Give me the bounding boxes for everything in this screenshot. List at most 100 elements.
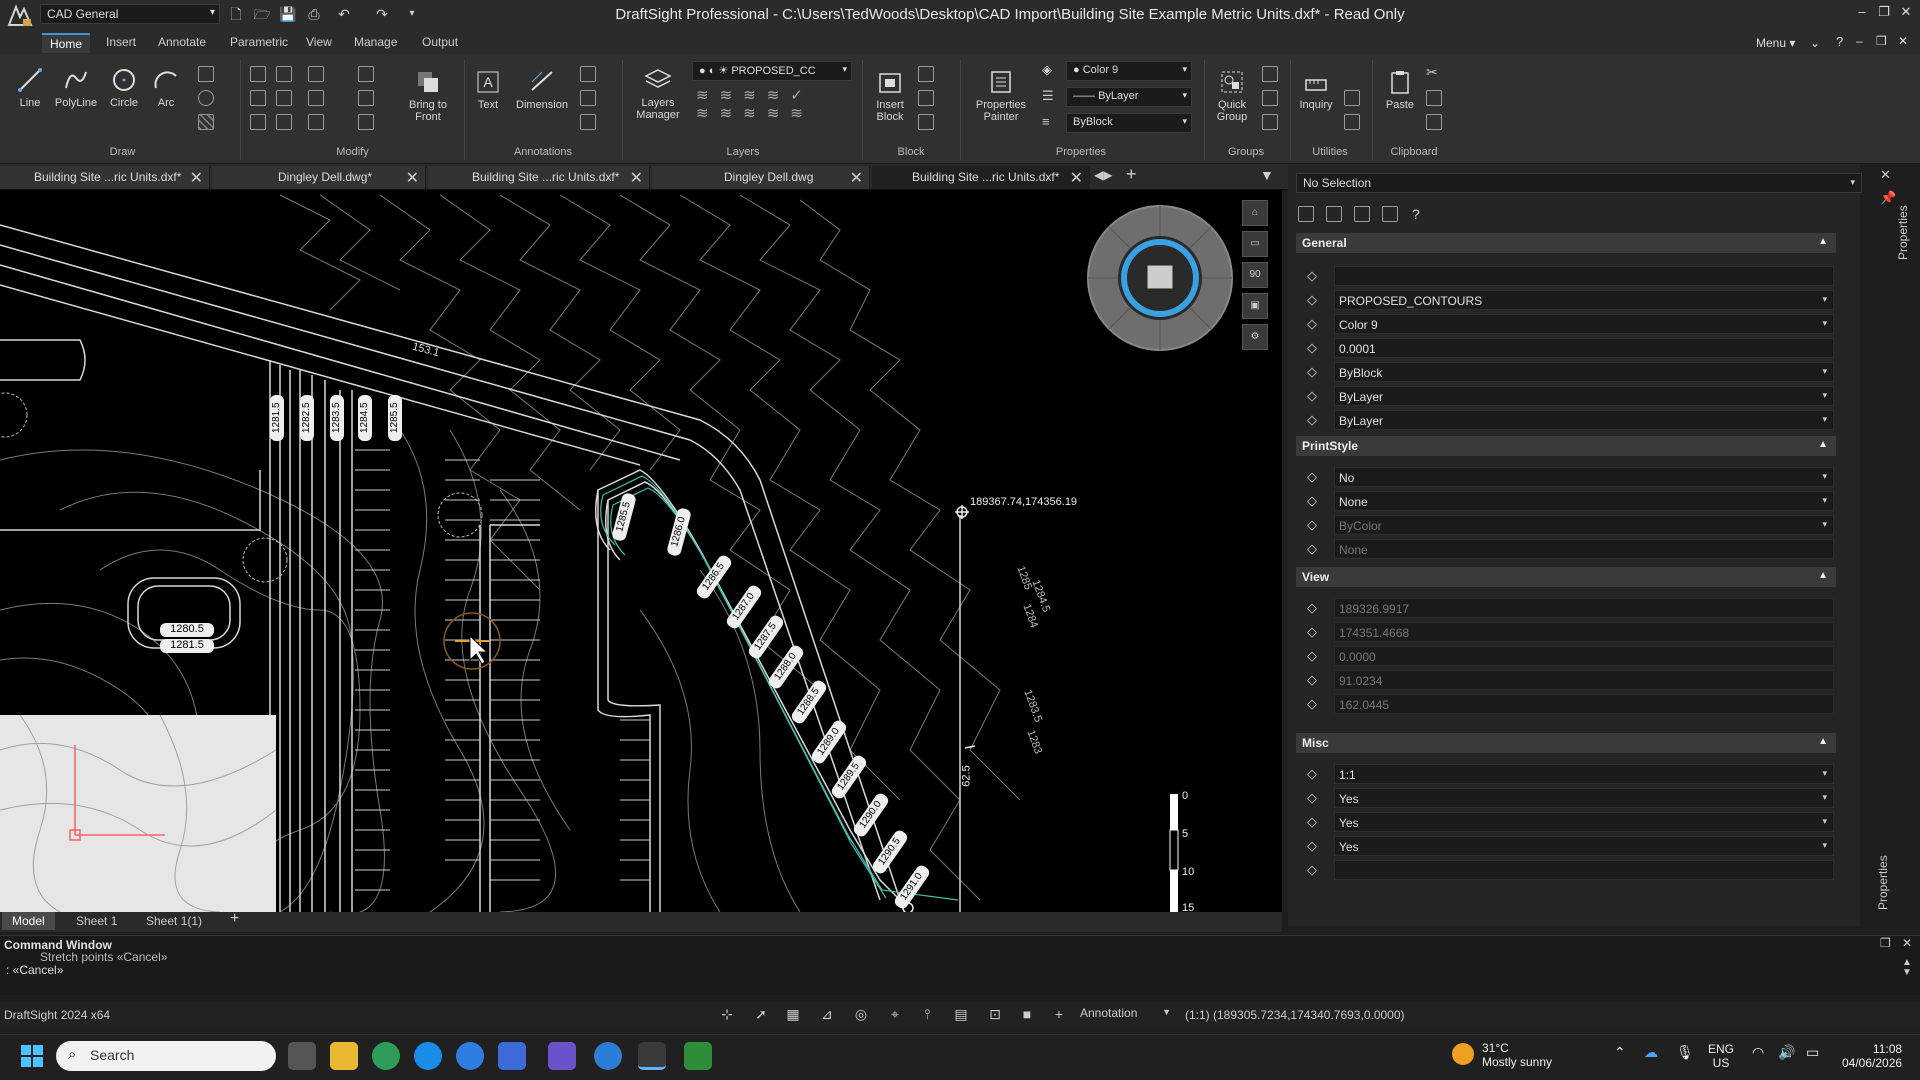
trim-icon[interactable] — [308, 66, 324, 82]
create-block-icon[interactable] — [918, 66, 934, 82]
doc-close-icon[interactable]: ✕ — [1898, 34, 1908, 48]
lineweight-toggle-icon[interactable]: ▤ — [952, 1006, 970, 1024]
close-icon[interactable]: ✕ — [190, 168, 203, 188]
cut-icon[interactable]: ✂ — [1426, 64, 1438, 81]
general-value[interactable] — [1334, 266, 1834, 286]
tab-insert[interactable]: Insert — [98, 33, 144, 53]
printstyle-value[interactable]: No ▾ — [1334, 467, 1834, 487]
new-tab-icon[interactable]: + — [1126, 164, 1137, 185]
mirror-icon[interactable] — [276, 90, 292, 106]
misc-value[interactable]: Yes ▾ — [1334, 836, 1834, 856]
select-objects-icon[interactable] — [1326, 206, 1342, 222]
layers-manager-button[interactable]: Layers Manager — [628, 66, 688, 121]
select-cursor-icon[interactable]: ➚ — [752, 1006, 770, 1024]
home-view-icon[interactable]: ⌂ — [1242, 200, 1268, 226]
ungroup-icon[interactable] — [1262, 90, 1278, 106]
esnap-icon[interactable]: ⌖ — [886, 1006, 904, 1024]
ellipse-icon[interactable] — [198, 90, 214, 106]
copy-clip-icon[interactable] — [1426, 90, 1442, 106]
app-logo-icon[interactable] — [6, 3, 36, 31]
fillet-icon[interactable] — [358, 114, 374, 130]
properties-painter-button[interactable]: Properties Painter — [966, 68, 1036, 123]
microphone-icon[interactable]: 🎙 — [1676, 1044, 1694, 1061]
doc-tab-1[interactable]: Building Site ...ric Units.dxf* ✕ — [0, 166, 210, 189]
doc-tab-4[interactable]: Dingley Dell.dwg ✕ — [652, 166, 870, 189]
cmd-close-icon[interactable]: ✕ — [1902, 936, 1912, 950]
offset-icon[interactable] — [276, 114, 292, 130]
ortho-icon[interactable]: ⊿ — [818, 1006, 836, 1024]
general-value[interactable]: Color 9 ▾ — [1334, 314, 1834, 334]
table-icon[interactable] — [580, 66, 596, 82]
task-view-icon[interactable] — [288, 1042, 316, 1070]
paste-special-icon[interactable] — [1426, 114, 1442, 130]
tab-annotate[interactable]: Annotate — [150, 33, 214, 53]
insert-block-button[interactable]: Insert Block — [868, 68, 912, 123]
copy-icon[interactable] — [276, 66, 292, 82]
app-icon[interactable] — [594, 1042, 622, 1070]
customize-qa-icon[interactable]: ▾ — [402, 4, 422, 24]
lineweight-select[interactable]: ByBlock ▾ — [1066, 113, 1192, 133]
model-space-icon[interactable]: ■ — [1018, 1006, 1036, 1024]
paste-button[interactable]: Paste — [1378, 68, 1422, 111]
app-icon[interactable] — [414, 1042, 442, 1070]
panel-pin-icon[interactable]: 📌 — [1880, 190, 1896, 206]
text-button[interactable]: A Text — [470, 68, 506, 111]
edit-block-icon[interactable] — [918, 90, 934, 106]
current-layer-select[interactable]: ● ◐ ☀ PROPOSED_CC ▾ — [692, 61, 852, 81]
close-icon[interactable]: ✕ — [850, 168, 863, 188]
settings-icon[interactable]: ⚙ — [1242, 324, 1268, 350]
inquiry-button[interactable]: Inquiry — [1294, 68, 1338, 111]
tab-list-icon[interactable]: ▼ — [1260, 167, 1274, 183]
general-value[interactable]: ByBlock ▾ — [1334, 362, 1834, 382]
bring-to-front-button[interactable]: Bring to Front — [400, 68, 456, 123]
erase-icon[interactable] — [358, 66, 374, 82]
taskbar-search[interactable]: ⌕ Search — [56, 1041, 276, 1071]
doc-tab-5-active[interactable]: Building Site ...ric Units.dxf* ✕ — [872, 166, 1090, 189]
save-icon[interactable]: 💾 — [278, 4, 298, 24]
note-icon[interactable] — [580, 114, 596, 130]
dimension-button[interactable]: Dimension — [512, 68, 572, 111]
store-icon[interactable] — [498, 1042, 526, 1070]
move-icon[interactable] — [250, 66, 266, 82]
view-cube[interactable] — [1085, 203, 1235, 353]
group-edit-icon[interactable] — [1262, 66, 1278, 82]
undo-icon[interactable]: ↶ — [334, 4, 354, 24]
menu-button[interactable]: Menu ▾ — [1756, 36, 1795, 50]
onedrive-icon[interactable]: ☁ — [1644, 1044, 1658, 1061]
teams-icon[interactable] — [548, 1042, 576, 1070]
quick-group-button[interactable]: Quick Group — [1210, 68, 1254, 123]
minimize-icon[interactable]: – — [1852, 2, 1872, 22]
edge-icon[interactable] — [372, 1042, 400, 1070]
arc-button[interactable]: Arc — [148, 66, 184, 109]
stretch-icon[interactable] — [250, 90, 266, 106]
close-icon[interactable]: ✕ — [1070, 168, 1083, 188]
selection-select[interactable]: No Selection ▾ — [1296, 173, 1862, 193]
polar-icon[interactable]: ◎ — [852, 1006, 870, 1024]
chrome-icon[interactable] — [456, 1042, 484, 1070]
tab-scroll-icon[interactable]: ◀▶ — [1094, 168, 1112, 182]
extend-icon[interactable] — [308, 90, 324, 106]
pickadd-icon[interactable] — [1354, 206, 1370, 222]
panel-bottom-tab[interactable]: Properties — [1876, 840, 1896, 910]
pan-icon[interactable]: ▣ — [1242, 293, 1268, 319]
linetype-select[interactable]: —— ByLayer ▾ — [1066, 87, 1192, 107]
help-icon[interactable]: ? — [1412, 206, 1420, 222]
measure-icon[interactable] — [1344, 114, 1360, 130]
tab-output[interactable]: Output — [414, 33, 466, 53]
command-window[interactable] — [0, 935, 1920, 995]
etrack-icon[interactable]: ⫯ — [918, 1006, 936, 1024]
layer-tools-icon[interactable]: ≋≋≋≋✓ ≋≋≋≋≋ — [696, 86, 846, 126]
tray-chevron-icon[interactable]: ⌃ — [1614, 1044, 1626, 1061]
battery-icon[interactable]: ▭ — [1806, 1044, 1819, 1061]
doc-restore-icon[interactable]: ❐ — [1876, 34, 1887, 48]
close-icon[interactable]: ✕ — [406, 168, 419, 188]
tab-parametric[interactable]: Parametric — [222, 33, 296, 53]
polyline-button[interactable]: PolyLine — [52, 66, 100, 109]
panel-side-tab[interactable]: Properties — [1896, 180, 1916, 260]
calculator-icon[interactable] — [1344, 90, 1360, 106]
tab-view[interactable]: View — [298, 33, 340, 53]
volume-icon[interactable]: 🔊 — [1778, 1044, 1795, 1061]
restore-icon[interactable]: ❐ — [1874, 2, 1894, 22]
tab-manage[interactable]: Manage — [346, 33, 405, 53]
start-icon[interactable] — [20, 1044, 44, 1068]
